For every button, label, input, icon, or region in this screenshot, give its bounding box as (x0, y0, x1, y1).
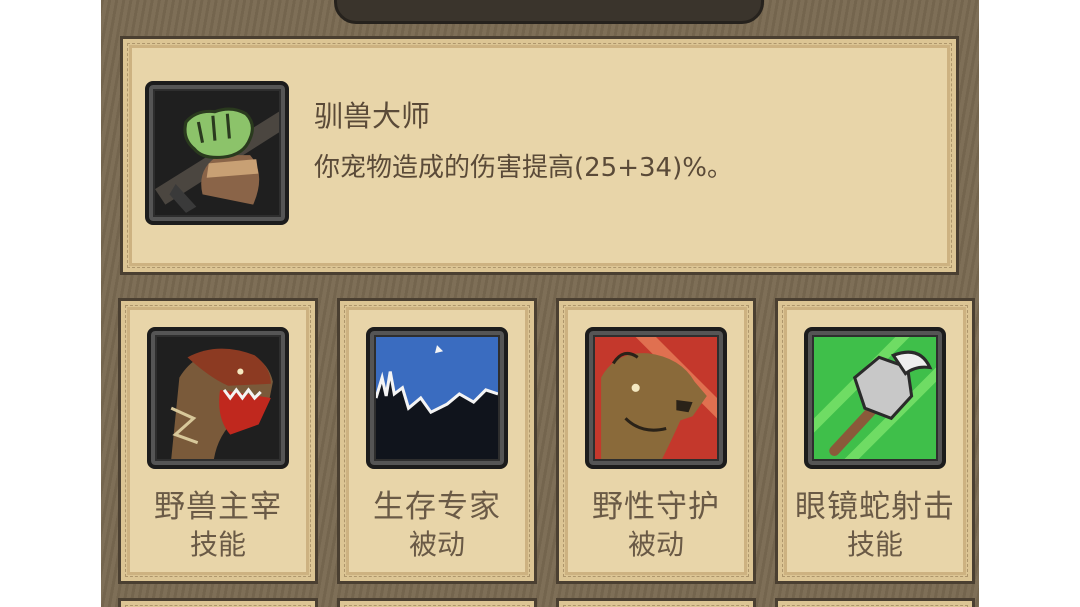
raptor-icon (147, 327, 289, 469)
skill-card-name: 眼镜蛇射击 (795, 489, 955, 525)
top-tab-bar (334, 0, 764, 24)
skill-card-aspect-of-the-wild[interactable]: 野性守护 被动 (556, 298, 756, 584)
skill-card-name: 野兽主宰 (154, 489, 282, 525)
skill-card-type: 技能 (846, 528, 903, 561)
game-panel: 驯兽大师 你宠物造成的伤害提高(25+34)%。 野兽主宰 技能 生存专家 被动… (101, 0, 979, 607)
skill-description: 你宠物造成的伤害提高(25+34)%。 (314, 153, 733, 183)
wolf-silhouette-icon (366, 327, 508, 469)
fist-icon (145, 81, 289, 225)
bear-icon (585, 327, 727, 469)
axe-icon (804, 327, 946, 469)
skill-card-cobra-shot[interactable]: 眼镜蛇射击 技能 (775, 298, 975, 584)
skill-card-type: 被动 (627, 528, 684, 561)
skill-card-type: 技能 (189, 528, 246, 561)
skill-card-type: 被动 (408, 528, 465, 561)
skill-card-partial (556, 598, 756, 607)
skill-card-partial (337, 598, 537, 607)
skill-card-partial (118, 598, 318, 607)
skill-card-survival-expert[interactable]: 生存专家 被动 (337, 298, 537, 584)
skill-card-partial (775, 598, 975, 607)
skill-card-beast-master[interactable]: 野兽主宰 技能 (118, 298, 318, 584)
skill-detail-panel: 驯兽大师 你宠物造成的伤害提高(25+34)%。 (120, 36, 959, 275)
skill-card-name: 野性守护 (592, 489, 720, 525)
skill-card-name: 生存专家 (373, 489, 501, 525)
skill-title: 驯兽大师 (314, 99, 431, 133)
